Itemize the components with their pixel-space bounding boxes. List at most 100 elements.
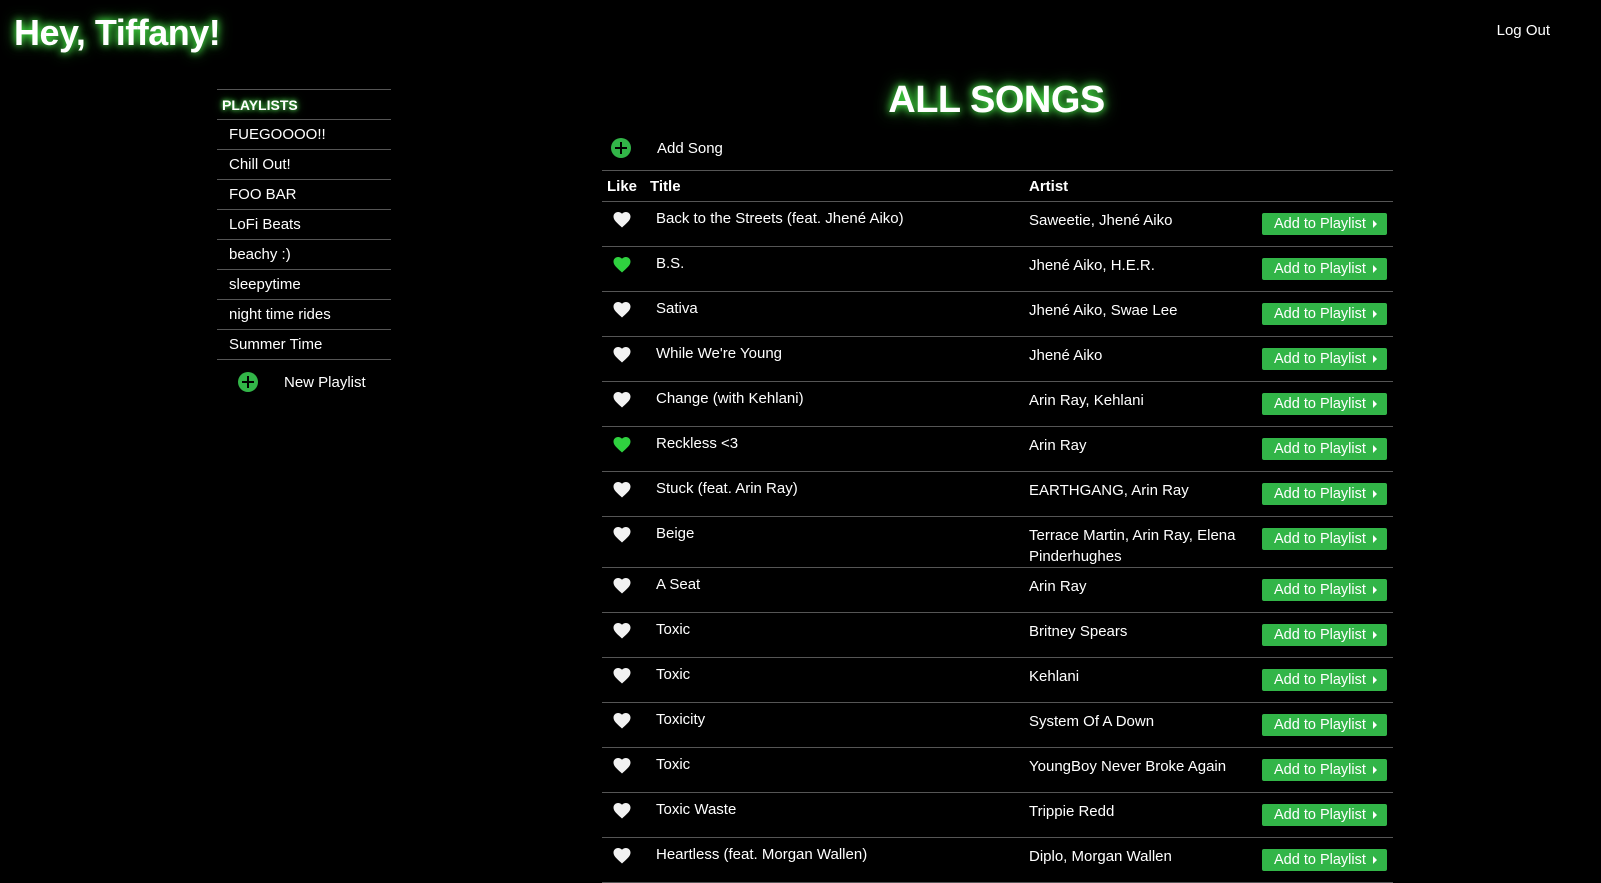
add-to-playlist-button[interactable]: Add to Playlist xyxy=(1262,669,1387,691)
song-artist: System Of A Down xyxy=(1029,702,1253,748)
like-cell xyxy=(602,747,650,793)
sidebar-item-playlist[interactable]: beachy :) xyxy=(217,240,391,270)
song-title: Back to the Streets (feat. Jhené Aiko) xyxy=(650,201,1029,247)
songs-panel: ALL SONGS Add Song Like Title Artist Bac… xyxy=(602,76,1393,883)
add-to-playlist-button[interactable]: Add to Playlist xyxy=(1262,393,1387,415)
sidebar-item-playlist[interactable]: LoFi Beats xyxy=(217,210,391,240)
new-playlist-label[interactable]: New Playlist xyxy=(284,374,366,391)
heart-icon[interactable] xyxy=(612,525,632,545)
song-title: Toxic Waste xyxy=(650,792,1029,838)
sidebar-item-playlist[interactable]: Summer Time xyxy=(217,330,391,360)
song-row: Heartless (feat. Morgan Wallen) Diplo, Mo… xyxy=(602,837,1393,883)
heart-icon[interactable] xyxy=(612,846,632,866)
sidebar-item-playlist[interactable]: night time rides xyxy=(217,300,391,330)
heart-icon[interactable] xyxy=(612,621,632,641)
song-row: Toxic Kehlani Add to Playlist xyxy=(602,657,1393,703)
like-cell xyxy=(602,702,650,748)
like-cell xyxy=(602,612,650,658)
add-to-playlist-label[interactable]: Add to Playlist xyxy=(1274,441,1366,457)
sidebar-item-playlist[interactable]: FUEGOOOO!! xyxy=(217,120,391,150)
caret-right-icon[interactable] xyxy=(1372,310,1377,318)
caret-right-icon[interactable] xyxy=(1372,265,1377,273)
caret-right-icon[interactable] xyxy=(1372,355,1377,363)
plus-circle-icon[interactable] xyxy=(611,138,631,158)
add-to-playlist-label[interactable]: Add to Playlist xyxy=(1274,717,1366,733)
sidebar-item-playlist[interactable]: FOO BAR xyxy=(217,180,391,210)
add-to-playlist-button[interactable]: Add to Playlist xyxy=(1262,579,1387,601)
logout-link[interactable]: Log Out xyxy=(1497,22,1550,39)
like-cell xyxy=(602,837,650,883)
heart-icon[interactable] xyxy=(612,480,632,500)
heart-icon[interactable] xyxy=(612,801,632,821)
caret-right-icon[interactable] xyxy=(1372,490,1377,498)
add-to-playlist-label[interactable]: Add to Playlist xyxy=(1274,351,1366,367)
add-to-playlist-label[interactable]: Add to Playlist xyxy=(1274,486,1366,502)
heart-icon[interactable] xyxy=(612,210,632,230)
heart-icon[interactable] xyxy=(612,711,632,731)
song-title: B.S. xyxy=(650,246,1029,292)
greeting-heading: Hey, Tiffany! xyxy=(14,12,221,53)
add-to-playlist-button[interactable]: Add to Playlist xyxy=(1262,303,1387,325)
sidebar-item-playlist[interactable]: sleepytime xyxy=(217,270,391,300)
add-to-playlist-label[interactable]: Add to Playlist xyxy=(1274,807,1366,823)
song-artist: Arin Ray xyxy=(1029,426,1253,472)
add-to-playlist-label[interactable]: Add to Playlist xyxy=(1274,261,1366,277)
add-song-label[interactable]: Add Song xyxy=(657,140,723,157)
caret-right-icon[interactable] xyxy=(1372,220,1377,228)
like-cell xyxy=(602,792,650,838)
song-title: Toxicity xyxy=(650,702,1029,748)
heart-icon[interactable] xyxy=(612,300,632,320)
add-to-playlist-button[interactable]: Add to Playlist xyxy=(1262,804,1387,826)
caret-right-icon[interactable] xyxy=(1372,676,1377,684)
caret-right-icon[interactable] xyxy=(1372,631,1377,639)
add-to-playlist-label[interactable]: Add to Playlist xyxy=(1274,852,1366,868)
song-artist: Britney Spears xyxy=(1029,612,1253,658)
add-to-playlist-label[interactable]: Add to Playlist xyxy=(1274,627,1366,643)
song-row: Reckless <3 Arin Ray Add to Playlist xyxy=(602,426,1393,472)
add-to-playlist-label[interactable]: Add to Playlist xyxy=(1274,582,1366,598)
add-to-playlist-button[interactable]: Add to Playlist xyxy=(1262,714,1387,736)
add-song-button[interactable]: Add Song xyxy=(602,126,1393,170)
caret-right-icon[interactable] xyxy=(1372,721,1377,729)
caret-right-icon[interactable] xyxy=(1372,400,1377,408)
song-artist: EARTHGANG, Arin Ray xyxy=(1029,471,1253,517)
caret-right-icon[interactable] xyxy=(1372,535,1377,543)
add-to-playlist-label[interactable]: Add to Playlist xyxy=(1274,216,1366,232)
caret-right-icon[interactable] xyxy=(1372,811,1377,819)
column-header-action xyxy=(1253,170,1393,202)
caret-right-icon[interactable] xyxy=(1372,586,1377,594)
heart-filled-icon[interactable] xyxy=(612,255,632,275)
song-title: A Seat xyxy=(650,567,1029,613)
sidebar-item-playlist[interactable]: Chill Out! xyxy=(217,150,391,180)
heart-icon[interactable] xyxy=(612,756,632,776)
add-to-playlist-button[interactable]: Add to Playlist xyxy=(1262,528,1387,550)
add-to-playlist-button[interactable]: Add to Playlist xyxy=(1262,258,1387,280)
song-title: Reckless <3 xyxy=(650,426,1029,472)
add-to-playlist-button[interactable]: Add to Playlist xyxy=(1262,438,1387,460)
add-to-playlist-label[interactable]: Add to Playlist xyxy=(1274,762,1366,778)
new-playlist-button[interactable]: New Playlist xyxy=(217,360,391,404)
heart-icon[interactable] xyxy=(612,345,632,365)
add-to-playlist-label[interactable]: Add to Playlist xyxy=(1274,396,1366,412)
add-to-playlist-button[interactable]: Add to Playlist xyxy=(1262,624,1387,646)
add-to-playlist-label[interactable]: Add to Playlist xyxy=(1274,306,1366,322)
action-cell: Add to Playlist xyxy=(1253,837,1393,883)
heart-icon[interactable] xyxy=(612,390,632,410)
add-to-playlist-button[interactable]: Add to Playlist xyxy=(1262,483,1387,505)
add-to-playlist-button[interactable]: Add to Playlist xyxy=(1262,213,1387,235)
heart-icon[interactable] xyxy=(612,576,632,596)
heart-filled-icon[interactable] xyxy=(612,435,632,455)
add-to-playlist-label[interactable]: Add to Playlist xyxy=(1274,531,1366,547)
plus-circle-icon[interactable] xyxy=(238,372,258,392)
add-to-playlist-label[interactable]: Add to Playlist xyxy=(1274,672,1366,688)
song-artist: Saweetie, Jhené Aiko xyxy=(1029,201,1253,247)
add-to-playlist-button[interactable]: Add to Playlist xyxy=(1262,849,1387,871)
add-to-playlist-button[interactable]: Add to Playlist xyxy=(1262,348,1387,370)
caret-right-icon[interactable] xyxy=(1372,766,1377,774)
heart-icon[interactable] xyxy=(612,666,632,686)
song-title: Toxic xyxy=(650,612,1029,658)
caret-right-icon[interactable] xyxy=(1372,445,1377,453)
caret-right-icon[interactable] xyxy=(1372,856,1377,864)
add-to-playlist-button[interactable]: Add to Playlist xyxy=(1262,759,1387,781)
column-header-like: Like xyxy=(602,170,650,202)
